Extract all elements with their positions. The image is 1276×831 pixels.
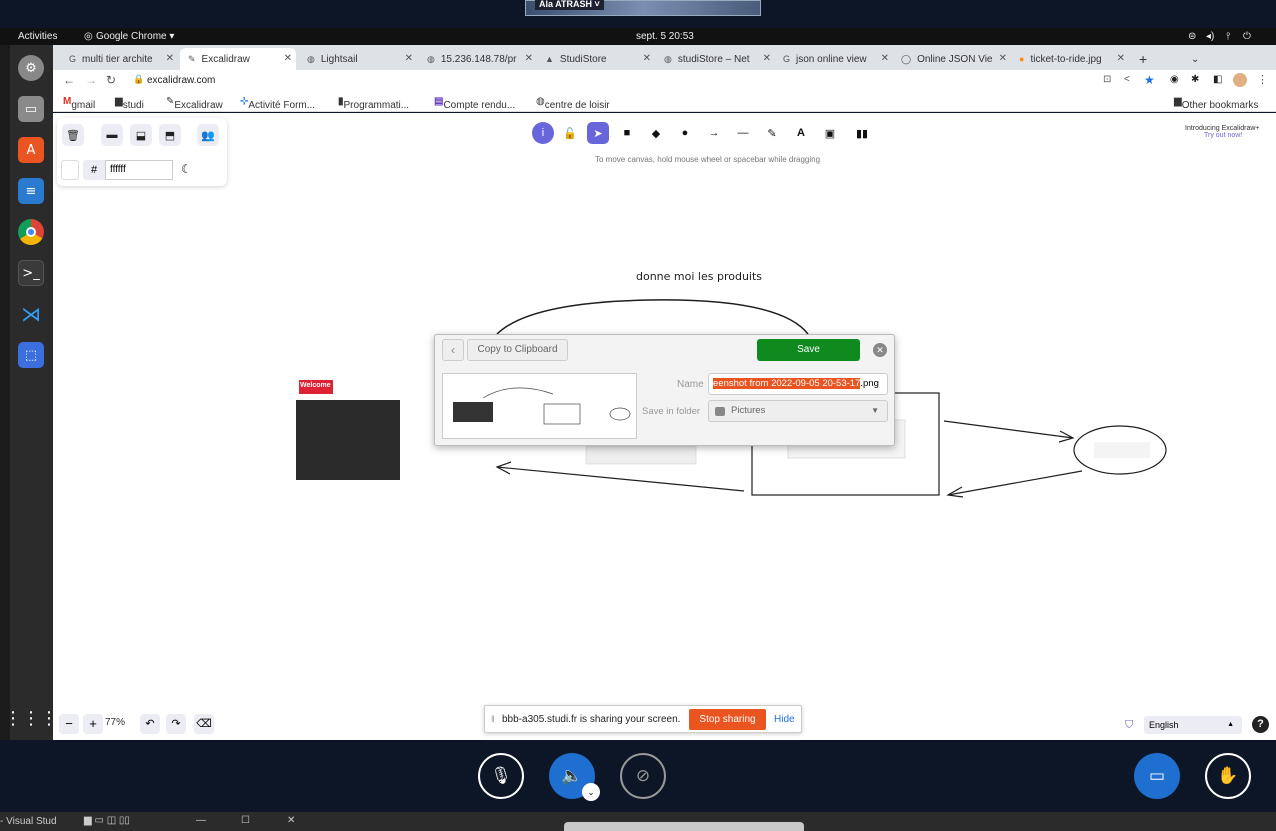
dropdown-icon: ▼ — [871, 406, 879, 415]
thumb-welcome-text: Welcome — [300, 382, 331, 389]
copy-clipboard-button[interactable]: Copy to Clipboard — [467, 339, 568, 361]
canvas-menu-panel: 🗑 ▬ ⬓ ⬒ 👥 # ffffff ☾ — [57, 118, 227, 186]
promo-link[interactable]: Try out now! — [1204, 132, 1242, 139]
folder-select[interactable]: Pictures ▼ — [708, 400, 888, 422]
screen-share-icon[interactable]: ▭ — [1134, 753, 1180, 799]
lock-tool-icon[interactable]: 🔓 — [559, 122, 581, 144]
bg-color-input[interactable]: ffffff — [105, 160, 173, 180]
diamond-tool-icon[interactable]: ◆ — [645, 122, 667, 144]
help-button[interactable]: ? — [1252, 716, 1269, 733]
canvas-hint: To move canvas, hold mouse wheel or spac… — [595, 155, 821, 164]
host-taskbar: - Visual Stud ▆ ▭ ◫ ▯▯ — ☐ ✕ — [0, 812, 1276, 831]
conference-control-bar: 🎙 🔈 ⌄ ⊘ ▭ ✋ — [0, 740, 1276, 812]
sharing-message: bbb-a305.studi.fr is sharing your screen… — [502, 714, 681, 725]
top-arrow-curve — [496, 299, 809, 335]
language-value: English — [1149, 720, 1179, 730]
maximize-icon[interactable]: ☐ — [241, 815, 250, 826]
arrow-to-db — [943, 420, 1074, 439]
json-snippet-thumb — [585, 445, 697, 465]
screenshot-preview — [442, 373, 637, 439]
eraser-icon[interactable]: ⌫ — [194, 714, 214, 734]
name-label: Name — [677, 379, 704, 390]
screen-sharing-notice: ‖ bbb-a305.studi.fr is sharing your scre… — [484, 705, 802, 733]
audio-options-icon[interactable]: ⌄ — [582, 783, 600, 801]
close-icon[interactable]: ✕ — [873, 343, 887, 357]
info-icon[interactable]: i — [532, 122, 554, 144]
folder-label: Save in folder — [642, 406, 701, 417]
collaborate-icon[interactable]: 👥 — [197, 124, 219, 146]
raise-hand-icon[interactable]: ✋ — [1205, 753, 1251, 799]
zoom-out-button[interactable]: − — [59, 714, 79, 734]
line-tool-icon[interactable]: — — [732, 122, 754, 144]
arrow-from-db — [947, 470, 1083, 496]
hide-button[interactable]: Hide — [774, 714, 795, 725]
trash-icon[interactable]: 🗑 — [62, 124, 84, 146]
dropdown-icon: ▲ — [1227, 721, 1234, 728]
microphone-muted-icon[interactable]: 🎙 — [478, 753, 524, 799]
draw-tool-icon[interactable]: ✎ — [761, 122, 783, 144]
language-select[interactable]: English ▲ — [1144, 716, 1242, 734]
save-screenshot-dialog: ‹ Copy to Clipboard Save ✕ Name eenshot … — [434, 334, 895, 446]
preview-drawing — [453, 387, 631, 425]
color-swatch[interactable] — [61, 160, 79, 180]
filename-extension: .png — [860, 378, 879, 389]
rectangle-tool-icon[interactable]: ■ — [616, 122, 638, 144]
folder-icon — [715, 407, 725, 416]
filename-selection: eenshot from 2022-09-05 20-53-17 — [713, 378, 861, 389]
arrow-tool-icon[interactable]: → — [703, 122, 725, 144]
back-button[interactable]: ‹ — [442, 339, 464, 361]
ellipse-tool-icon[interactable]: ● — [674, 122, 696, 144]
select-tool-icon[interactable]: ➤ — [587, 122, 609, 144]
shield-icon: ⛉ — [1125, 719, 1134, 731]
drag-handle-icon[interactable]: ‖ — [491, 714, 495, 724]
filename-input[interactable]: eenshot from 2022-09-05 20-53-17.png — [708, 373, 888, 395]
save-icon[interactable]: ⬓ — [130, 124, 152, 146]
export-icon[interactable]: ⬒ — [159, 124, 181, 146]
layout-icons[interactable]: ▆ ▭ ◫ ▯▯ — [84, 815, 130, 826]
library-icon[interactable]: ▮▮ — [851, 122, 873, 144]
folder-value: Pictures — [731, 405, 766, 416]
open-icon[interactable]: ▬ — [101, 124, 123, 146]
dark-mode-icon[interactable]: ☾ — [181, 162, 192, 176]
save-button[interactable]: Save — [757, 339, 860, 361]
image-tool-icon[interactable]: ▣ — [819, 122, 841, 144]
minimize-icon[interactable]: — — [196, 815, 206, 826]
text-tool-icon[interactable]: A — [790, 122, 812, 144]
arrow-to-client — [496, 466, 745, 492]
db-screenshot-thumb — [1094, 442, 1150, 458]
close-window-icon[interactable]: ✕ — [287, 815, 295, 826]
zoom-level[interactable]: 77% — [105, 717, 125, 728]
scrollbar-handle[interactable] — [564, 822, 804, 831]
vscode-window-label[interactable]: - Visual Stud — [0, 816, 57, 827]
hash-label: # — [83, 160, 105, 180]
undo-icon[interactable]: ↶ — [140, 714, 160, 734]
zoom-in-button[interactable]: + — [83, 714, 103, 734]
camera-off-icon[interactable]: ⊘ — [620, 753, 666, 799]
promo-title[interactable]: Introducing Excalidraw+ — [1185, 125, 1260, 132]
redo-icon[interactable]: ↷ — [166, 714, 186, 734]
drawing-label[interactable]: donne moi les produits — [636, 270, 762, 283]
stop-sharing-button[interactable]: Stop sharing — [689, 709, 766, 730]
